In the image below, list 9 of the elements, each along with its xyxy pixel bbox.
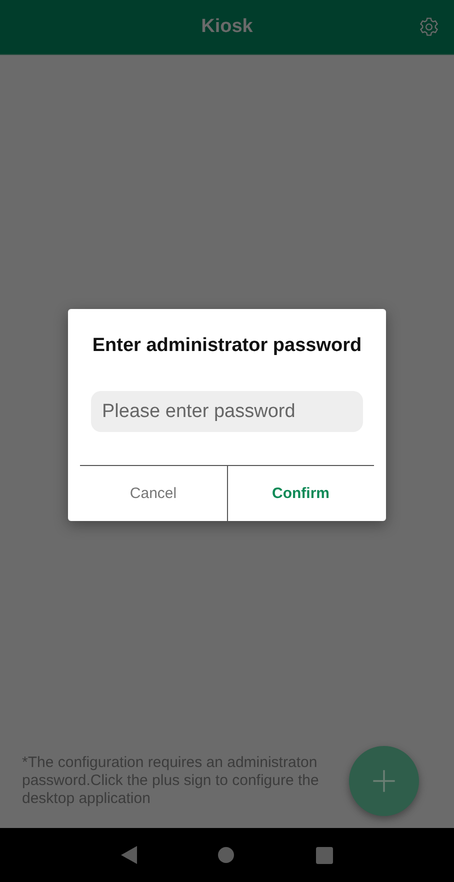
recents-icon[interactable] [316,846,334,864]
home-icon[interactable] [218,847,234,863]
confirm-button[interactable]: Confirm [226,466,374,521]
back-icon[interactable] [120,846,137,864]
dialog-title: Enter administrator password [91,335,363,357]
settings-icon[interactable] [418,16,440,38]
app-title: Kiosk [201,16,253,38]
plus-icon [371,768,397,794]
password-field[interactable]: Please enter password [91,391,363,432]
